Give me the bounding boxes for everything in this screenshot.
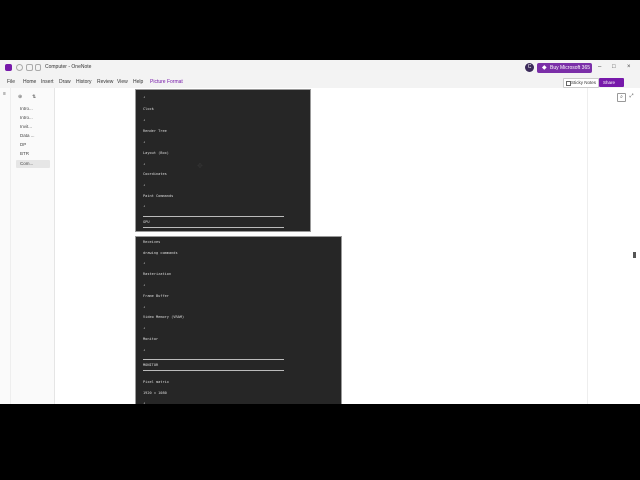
tab-review[interactable]: Review — [97, 79, 113, 85]
minimize-button[interactable]: – — [598, 64, 601, 70]
close-button[interactable]: × — [627, 64, 631, 70]
image-text-line: MONITOR — [143, 363, 159, 367]
back-icon[interactable] — [16, 64, 23, 71]
page-item[interactable]: DP — [16, 141, 50, 149]
page-item[interactable]: Intro... — [16, 114, 50, 122]
image-text-line: Paint Commands — [143, 194, 174, 198]
diamond-icon: ◆ — [542, 65, 547, 71]
buy-microsoft-365-button[interactable]: ◆ Buy Microsoft 365 — [537, 63, 592, 73]
move-cursor-icon: ✥ — [197, 163, 203, 170]
image-text-line: Pixel matrix — [143, 380, 169, 384]
image-text-line: ↓ — [143, 95, 146, 99]
tab-insert[interactable]: Insert — [41, 79, 54, 85]
image-text-line: drawing commands — [143, 251, 178, 255]
undo-icon[interactable] — [26, 64, 33, 71]
tab-help[interactable]: Help — [133, 79, 143, 85]
sort-icon[interactable]: ⇅ — [32, 94, 36, 100]
notebook-rail: ≡ — [0, 88, 11, 404]
image-text-line: Receives — [143, 240, 161, 244]
page-item[interactable]: Intro... — [16, 105, 50, 113]
image-text-line: ↓ — [143, 183, 146, 187]
redo-icon[interactable] — [35, 64, 41, 71]
embedded-image-bottom[interactable]: Receives drawing commands ↓ Rasterizatio… — [135, 236, 342, 404]
image-text-line: ↓ — [143, 261, 146, 265]
notebooks-icon[interactable]: ≡ — [3, 91, 6, 97]
title-bar: Computer - OneNote C ◆ Buy Microsoft 365… — [0, 60, 640, 76]
onenote-window: Computer - OneNote C ◆ Buy Microsoft 365… — [0, 60, 640, 404]
window-title: Computer - OneNote — [45, 64, 92, 70]
image-text-line: Frame Buffer — [143, 294, 169, 298]
page-list: ⊕ ⇅ Intro... Intro... Invit... Data ... … — [11, 88, 55, 404]
tab-file[interactable]: File — [7, 79, 15, 85]
vertical-scrollbar[interactable] — [633, 252, 636, 258]
expand-icon[interactable]: ⤢ — [628, 93, 635, 100]
image-text-line: ↓ — [143, 204, 146, 208]
page-item[interactable]: Data ... — [16, 132, 50, 140]
image-text-line: ↓ — [143, 305, 146, 309]
image-text-line: ↓ — [143, 162, 146, 166]
tab-draw[interactable]: Draw — [59, 79, 71, 85]
separator-line — [143, 216, 284, 217]
onenote-logo-icon — [5, 64, 12, 71]
embedded-image-top[interactable]: ↓ Clock ↓ Render Tree ↓ Layout (Box) ↓ C… — [135, 89, 311, 232]
separator-line — [143, 359, 284, 360]
share-button[interactable]: Share — [599, 78, 624, 87]
search-icon[interactable]: ⌕ — [617, 93, 626, 102]
image-text-line: Video Memory (VRAM) — [143, 315, 185, 319]
separator-line — [143, 227, 284, 228]
page-item[interactable]: BTR — [16, 150, 50, 158]
account-avatar[interactable]: C — [525, 63, 534, 72]
image-text-line: ↓ — [143, 326, 146, 330]
image-text-line: Render Tree — [143, 129, 167, 133]
add-page-icon[interactable]: ⊕ — [18, 94, 22, 100]
image-text-line: ↓ — [143, 348, 146, 352]
separator-line — [143, 370, 284, 371]
tab-view[interactable]: View — [117, 79, 128, 85]
tab-picture-format[interactable]: Picture Format — [150, 79, 183, 85]
share-label: Share — [603, 80, 616, 85]
canvas-divider — [587, 88, 588, 404]
image-text-line: Layout (Box) — [143, 151, 169, 155]
tab-history[interactable]: History — [76, 79, 92, 85]
image-text-line: ↓ — [143, 140, 146, 144]
image-text-line: ↓ — [143, 283, 146, 287]
buy-label: Buy Microsoft 365 — [550, 65, 591, 71]
image-text-line: GPU — [143, 220, 150, 224]
sticky-notes-button[interactable]: Sticky Notes — [563, 78, 599, 88]
image-text-line: Clock — [143, 107, 154, 111]
image-text-line: ↓ — [143, 401, 146, 404]
image-text-line: Coordinates — [143, 172, 167, 176]
image-text-line: Rasterization — [143, 272, 172, 276]
page-item-selected[interactable]: Com... — [16, 160, 50, 168]
tab-home[interactable]: Home — [23, 79, 36, 85]
page-item[interactable]: Invit... — [16, 123, 50, 131]
image-text-line: 1920 × 1080 — [143, 391, 167, 395]
sticky-notes-label: Sticky Notes — [571, 80, 597, 85]
image-text-line: ↓ — [143, 118, 146, 122]
maximize-button[interactable]: □ — [612, 64, 616, 70]
image-text-line: Monitor — [143, 337, 159, 341]
